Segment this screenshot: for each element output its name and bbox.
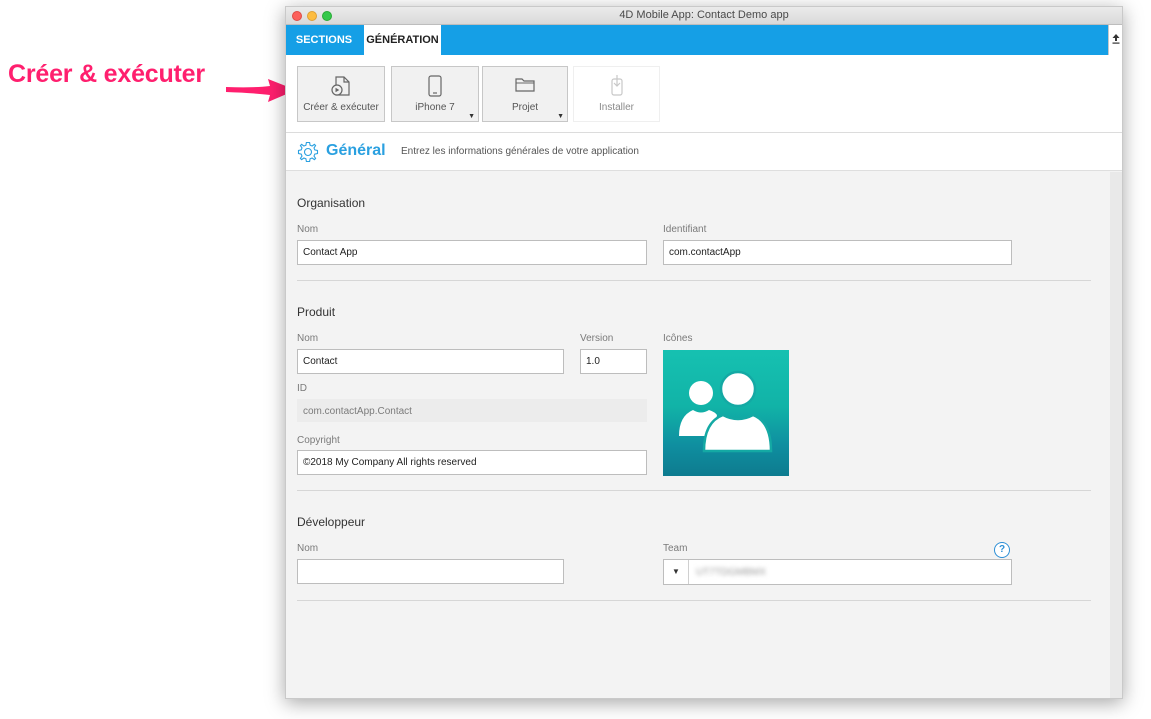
identifier-label: Identifiant xyxy=(663,224,707,235)
app-icon-image[interactable] xyxy=(663,350,789,476)
project-label: Projet xyxy=(511,102,539,113)
team-select[interactable]: ▼ UT7TDGMBMX xyxy=(663,559,1012,585)
version-label: Version xyxy=(580,333,614,344)
id-label: ID xyxy=(297,383,307,394)
chevron-down-icon[interactable]: ▼ xyxy=(664,560,689,584)
copyright-label: Copyright xyxy=(297,435,340,446)
install-icon xyxy=(610,75,623,96)
build-run-button[interactable]: Créer & exécuter xyxy=(297,66,385,122)
divider xyxy=(297,600,1091,601)
upload-icon xyxy=(1112,34,1120,47)
tab-sections[interactable]: SECTIONS xyxy=(286,25,362,55)
organisation-name-field[interactable]: Contact App xyxy=(297,240,647,265)
project-menu-caret-icon[interactable]: ▼ xyxy=(557,113,564,120)
tab-bar: SECTIONS GÉNÉRATION xyxy=(286,25,1122,55)
scrollbar-track[interactable] xyxy=(1109,172,1122,698)
developer-heading: Développeur xyxy=(297,515,366,529)
section-header: Général Entrez les informations générale… xyxy=(286,133,1122,171)
build-run-icon xyxy=(331,76,350,96)
divider xyxy=(297,280,1091,281)
product-name-field[interactable]: Contact xyxy=(297,349,564,374)
window-title: 4D Mobile App: Contact Demo app xyxy=(619,9,789,21)
icons-label: Icônes xyxy=(663,333,693,344)
folder-icon xyxy=(515,78,535,92)
export-button[interactable] xyxy=(1108,25,1122,55)
tab-generation[interactable]: GÉNÉRATION xyxy=(364,25,441,55)
app-window: 4D Mobile App: Contact Demo app SECTIONS… xyxy=(285,6,1123,699)
product-name-label: Nom xyxy=(297,333,319,344)
organisation-name-label: Nom xyxy=(297,224,319,235)
build-run-label: Créer & exécuter xyxy=(303,102,379,113)
help-icon[interactable]: ? xyxy=(994,542,1010,558)
section-title: Général xyxy=(326,142,386,159)
title-bar: 4D Mobile App: Contact Demo app xyxy=(286,7,1122,25)
general-form: Organisation Nom Contact App Identifiant… xyxy=(286,172,1110,698)
identifier-field[interactable]: com.contactApp xyxy=(663,240,1012,265)
developer-name-label: Nom xyxy=(297,543,319,554)
device-selector-button[interactable]: iPhone 7 ▼ xyxy=(391,66,479,122)
bundle-id-field: com.contactApp.Contact xyxy=(297,399,647,422)
install-button[interactable]: Installer xyxy=(573,66,660,122)
install-label: Installer xyxy=(598,102,634,113)
developer-name-field[interactable] xyxy=(297,559,564,584)
section-description: Entrez les informations générales de vot… xyxy=(401,146,639,157)
iphone-icon xyxy=(428,75,442,97)
team-label: Team xyxy=(663,543,688,554)
organisation-heading: Organisation xyxy=(297,196,366,210)
version-field[interactable]: 1.0 xyxy=(580,349,647,374)
project-button[interactable]: Projet ▼ xyxy=(482,66,568,122)
device-label: iPhone 7 xyxy=(415,102,455,113)
product-heading: Produit xyxy=(297,305,336,319)
gear-icon xyxy=(297,141,319,163)
device-menu-caret-icon[interactable]: ▼ xyxy=(468,113,475,120)
generation-toolbar: Créer & exécuter iPhone 7 ▼ Projet ▼ Ins… xyxy=(286,55,1122,133)
copyright-field[interactable]: ©2018 My Company All rights reserved xyxy=(297,450,647,475)
divider xyxy=(297,490,1091,491)
team-value: UT7TDGMBMX xyxy=(696,567,766,578)
contacts-icon xyxy=(679,370,773,453)
annotation-label: Créer & exécuter xyxy=(8,60,205,88)
